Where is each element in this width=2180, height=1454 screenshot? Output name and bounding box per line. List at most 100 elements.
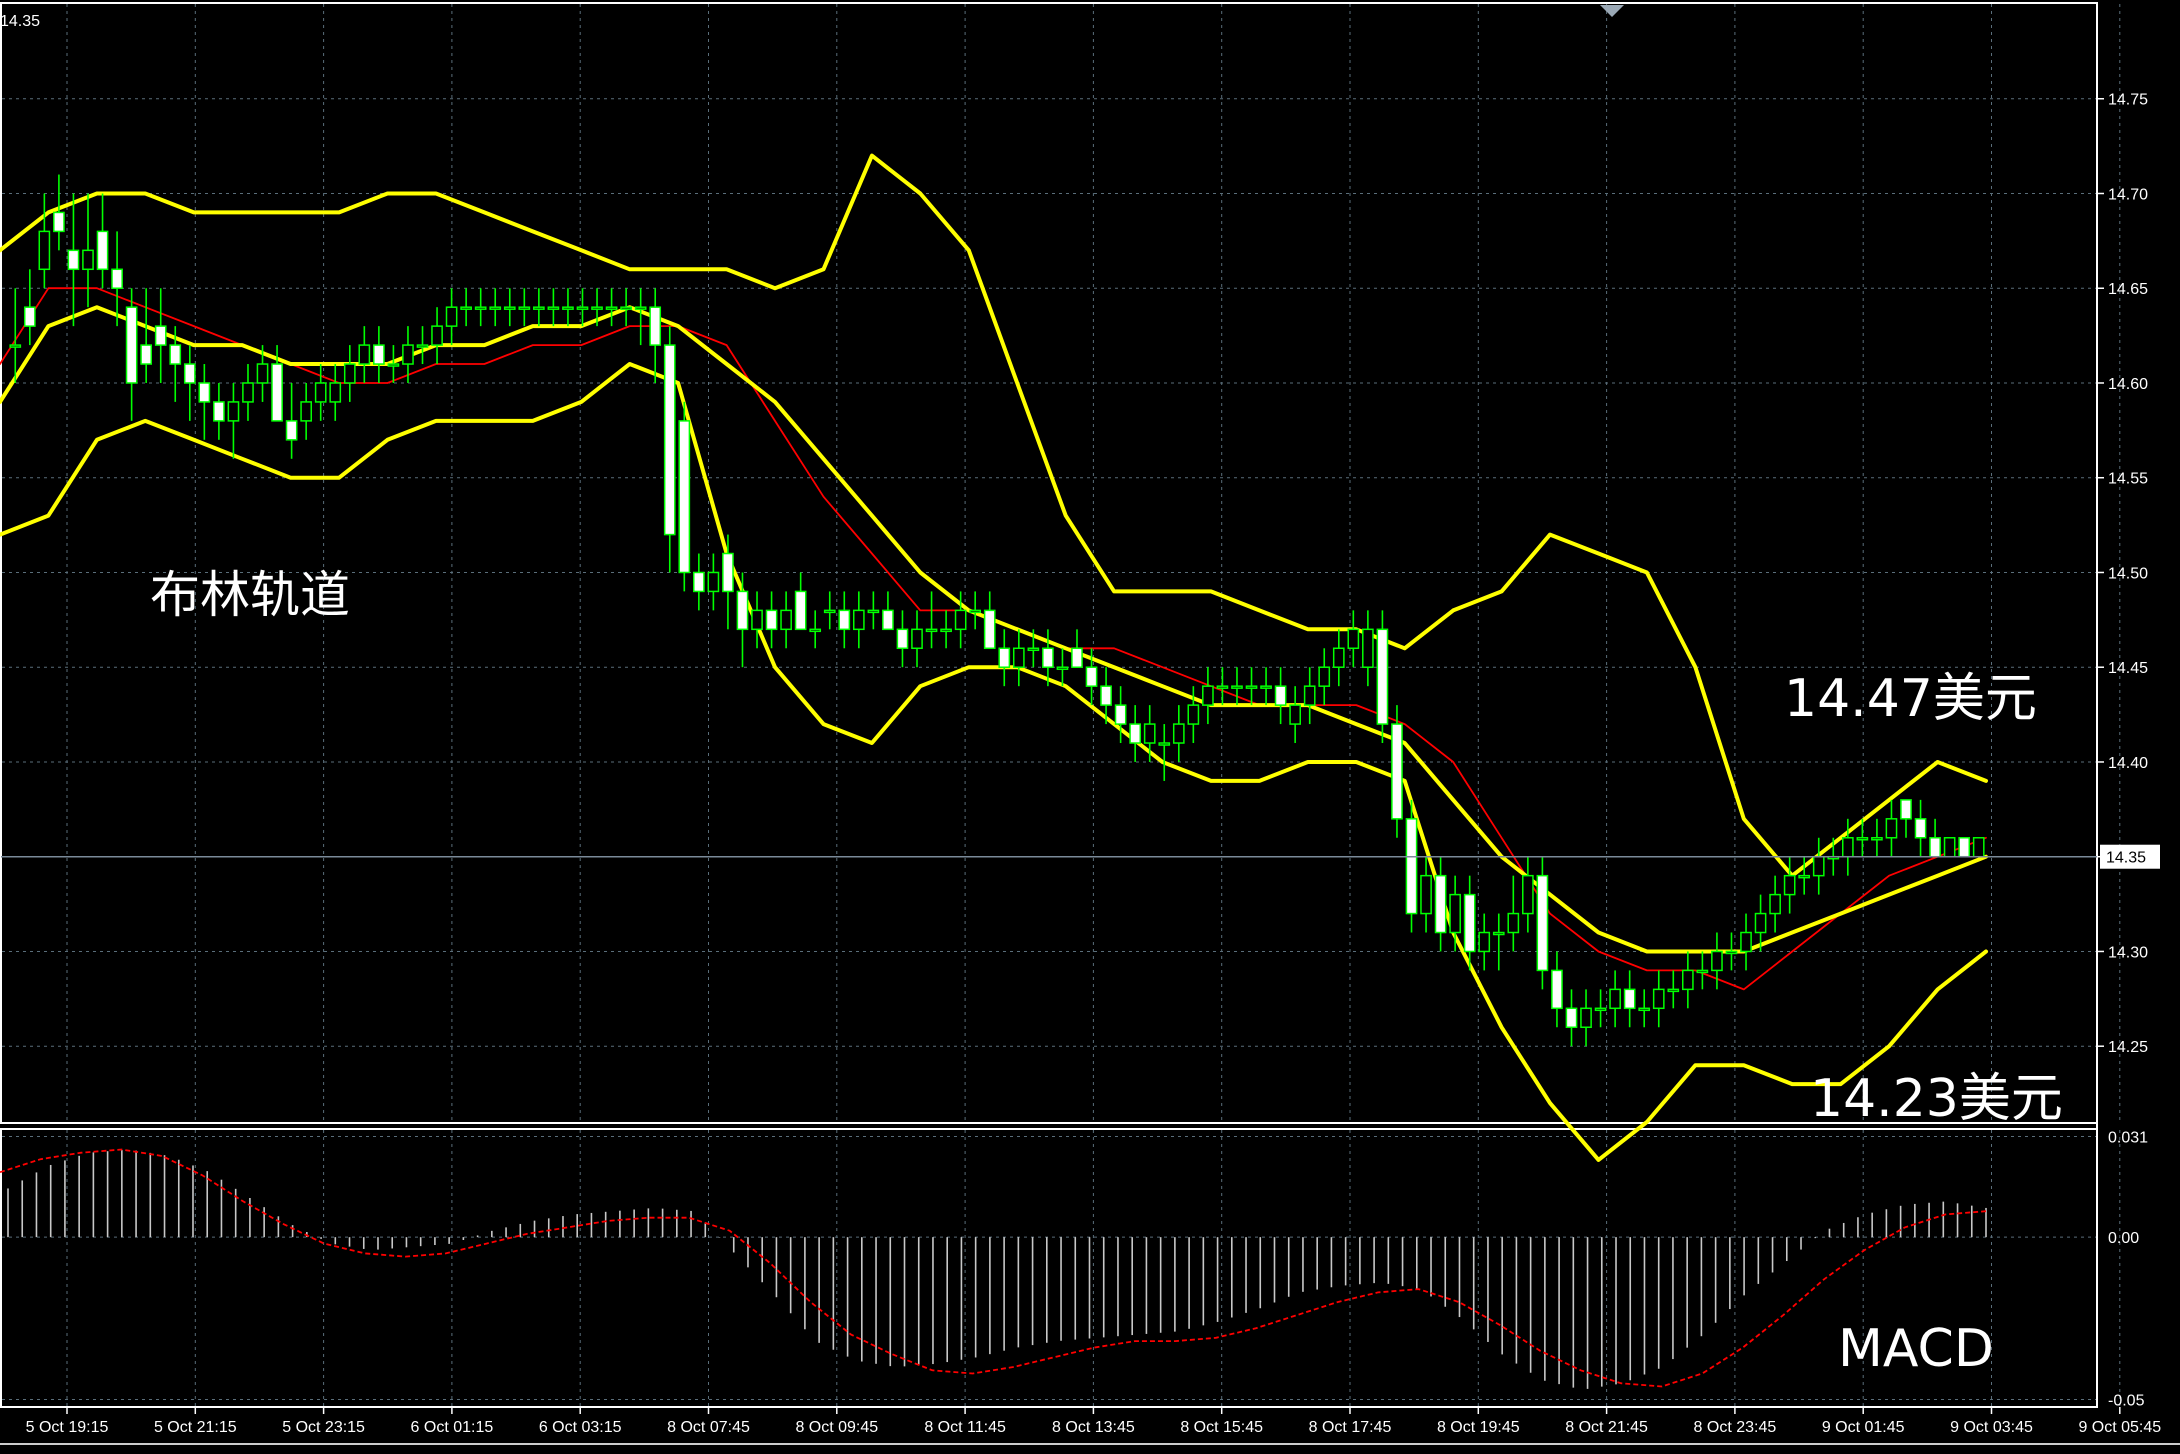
candle-body-bull (387, 363, 400, 367)
price-tick-label: 14.45 (2108, 660, 2148, 677)
candle-body-bull (809, 628, 822, 633)
candle-body-bear (983, 609, 996, 650)
candle-body-bull (518, 306, 531, 310)
macd-tick-label: 0.031 (2108, 1129, 2148, 1146)
candle-body-bull (1260, 685, 1272, 689)
candle-body-bull (503, 306, 516, 310)
candle-body-bear (1114, 704, 1127, 725)
time-tick-label: 5 Oct 21:15 (154, 1419, 237, 1436)
candle-body-bull (242, 382, 254, 403)
candle-body-bull (1420, 874, 1432, 915)
candle-body-bear (882, 609, 894, 631)
candle-body-bull (1652, 988, 1665, 1010)
candle (1391, 705, 1403, 838)
candle-body-bull (358, 344, 371, 365)
candle-body-bull (1682, 969, 1694, 991)
bollinger-annotation: 布林轨道 (150, 566, 350, 624)
time-tick-label: 8 Oct 15:45 (1180, 1419, 1263, 1436)
candle-body-bull (431, 325, 443, 346)
candle-body-bear (663, 344, 676, 536)
price-tick-label: 14.70 (2108, 186, 2148, 203)
candle (1958, 837, 1971, 858)
candle-body-bull (1172, 723, 1185, 744)
candle-body-bull (634, 306, 647, 310)
time-tick-label: 8 Oct 23:45 (1694, 1419, 1777, 1436)
candle-body-bear (678, 420, 691, 574)
candle-body-bull (1158, 742, 1171, 746)
candle-body-bear (285, 420, 298, 441)
candle-body-bull (591, 306, 603, 310)
candle-body-bear (23, 306, 36, 327)
candle (678, 401, 691, 592)
candle-body-bull (1711, 950, 1723, 972)
candle-body-bull (445, 306, 458, 327)
candle-body-bull (416, 344, 429, 348)
time-tick-label: 8 Oct 17:45 (1309, 1419, 1392, 1436)
time-tick-label: 5 Oct 19:15 (26, 1419, 109, 1436)
candle-body-bull (751, 609, 763, 631)
candle (1972, 837, 1985, 858)
candle-body-bear (125, 306, 138, 384)
candle-body-bull (1871, 837, 1883, 841)
candle-body-bull (1841, 837, 1854, 858)
candle-body-bear (998, 647, 1011, 668)
candle-body-bull (1216, 685, 1229, 689)
candle-body-bull (1885, 818, 1898, 839)
candle-body-bull (1492, 931, 1505, 936)
candle (1405, 799, 1418, 933)
candle-body-bull (954, 609, 967, 631)
price-tick-label: 14.55 (2108, 471, 2148, 488)
candle-body-bear (111, 268, 123, 289)
lower-price-annotation: 14.23美元 (1810, 1069, 2063, 1129)
candle-body-bear (1551, 969, 1563, 1010)
top-left-price-label: 14.35 (0, 13, 40, 30)
candle-body-bull (1303, 685, 1316, 706)
candle-body-bear (53, 211, 65, 233)
candle-body-bear (1100, 685, 1112, 706)
candle-body-bear (154, 325, 167, 346)
time-tick-label: 8 Oct 13:45 (1052, 1419, 1135, 1436)
candle-body-bull (562, 306, 574, 310)
candle-body-bull (1856, 837, 1869, 841)
candle-body-bull (1202, 685, 1214, 706)
candle-body-bull (969, 609, 982, 614)
candle-body-bull (1449, 893, 1461, 934)
candle-body-bear (1129, 723, 1142, 744)
candle-body-bull (1594, 1007, 1607, 1012)
candle-body-bull (1754, 912, 1767, 934)
candle-body-bull (9, 344, 22, 348)
candle-body-bear (896, 628, 909, 650)
candle-body-bull (1943, 837, 1956, 858)
candle-body-bear (1900, 799, 1912, 820)
candle-body-bull (1667, 988, 1680, 993)
time-tick-label: 5 Oct 23:15 (282, 1419, 365, 1436)
price-tick-label: 14.25 (2108, 1039, 2148, 1056)
candle-body-bear (96, 230, 109, 271)
time-tick-label: 8 Oct 19:45 (1437, 1419, 1520, 1436)
candle-body-bull (1740, 931, 1752, 953)
candle-body-bull (1798, 874, 1811, 879)
candle-body-bull (227, 401, 240, 422)
trading-chart[interactable]: 14.35 14.35 14.75 14.70 14.65 14.60 14.55 14.… (0, 0, 2180, 1454)
candle-body-bull (314, 382, 327, 403)
time-tick-label: 8 Oct 21:45 (1565, 1419, 1648, 1436)
candle-body-bull (605, 306, 618, 310)
candle-body-bull (343, 363, 356, 384)
candle-body-bull (940, 628, 952, 633)
price-tick-label: 14.65 (2108, 281, 2148, 298)
candle-body-bull (867, 609, 880, 614)
time-tick-label: 8 Oct 07:45 (667, 1419, 750, 1436)
candle-body-bull (460, 306, 472, 310)
candle-body-bear (765, 609, 778, 631)
candle-body-bull (925, 628, 938, 633)
candle-body-bull (1289, 704, 1301, 725)
price-tick-label: 14.30 (2108, 944, 2148, 961)
candle-body-bear (169, 344, 182, 365)
candle-body-bull (1609, 988, 1621, 1010)
candle-body-bear (213, 401, 225, 422)
time-tick-label: 9 Oct 05:45 (2078, 1419, 2161, 1436)
candle-body-bear (1405, 818, 1418, 915)
candle-body-bear (271, 363, 283, 422)
candle-body-bull (1638, 1007, 1651, 1012)
candle-body-bull (256, 363, 269, 384)
